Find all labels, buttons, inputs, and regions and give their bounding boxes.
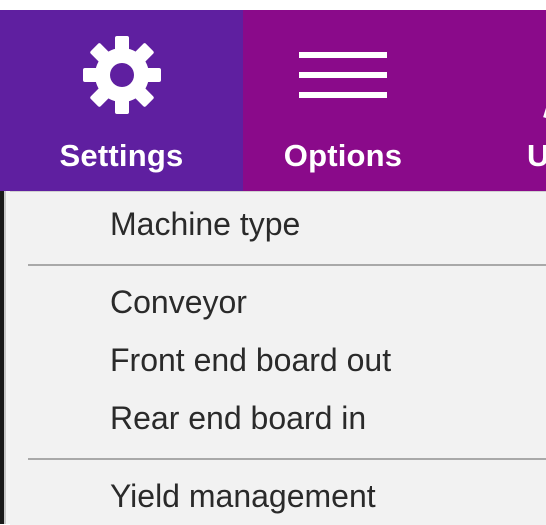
settings-dropdown-menu: Machine type Conveyor Front end board ou… <box>10 191 546 525</box>
partial-toolbar-button[interactable]: U <box>500 10 546 191</box>
menu-item-machine-type[interactable]: Machine type <box>110 206 300 243</box>
menu-item-rear-end-board-in[interactable]: Rear end board in <box>110 400 366 437</box>
menu-separator <box>28 458 546 460</box>
partial-icon <box>540 32 546 127</box>
menu-item-yield-management[interactable]: Yield management <box>110 478 376 515</box>
settings-button[interactable]: Settings <box>0 10 243 191</box>
gear-icon <box>79 32 165 123</box>
menu-item-conveyor[interactable]: Conveyor <box>110 284 247 321</box>
settings-label: Settings <box>59 138 184 173</box>
partial-label: U <box>527 138 546 173</box>
options-button[interactable]: Options <box>243 10 443 191</box>
options-label: Options <box>283 138 403 173</box>
menu-item-front-end-board-out[interactable]: Front end board out <box>110 342 391 379</box>
menu-separator <box>28 264 546 266</box>
ribbon-toolbar: Settings Options U <box>0 10 546 191</box>
menu-lines-icon <box>295 32 391 117</box>
background-window-edge <box>0 191 10 524</box>
top-strip <box>0 0 546 10</box>
